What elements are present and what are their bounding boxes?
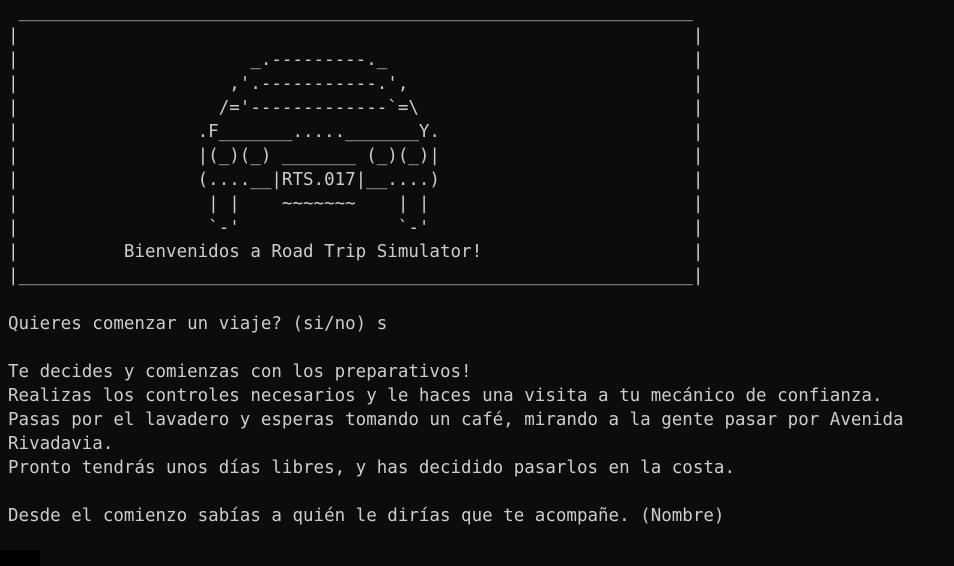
banner-line: | (....__|RTS.017|__....) | bbox=[8, 170, 704, 190]
ascii-banner: ________________________________________… bbox=[8, 0, 954, 288]
banner-line: | | | ~~~~~~~ | | | bbox=[8, 194, 704, 214]
narrative-line: Rivadavia. bbox=[8, 434, 114, 454]
banner-line: | | bbox=[8, 26, 704, 46]
banner-line: | /='-------------`=\ | bbox=[8, 98, 704, 118]
console-window[interactable]: ________________________________________… bbox=[0, 0, 954, 566]
start-prompt: Quieres comenzar un viaje? (si/no) s bbox=[8, 314, 388, 334]
narrative-line: Te decides y comienzas con los preparati… bbox=[8, 362, 472, 382]
input-cursor[interactable] bbox=[0, 550, 40, 566]
narrative-line: Realizas los controles necesarios y le h… bbox=[8, 386, 883, 406]
banner-line: | _.---------._ | bbox=[8, 50, 704, 70]
banner-title-line: | Bienvenidos a Road Trip Simulator! | bbox=[8, 242, 704, 262]
banner-line: |_______________________________________… bbox=[8, 266, 704, 286]
banner-line: | `-' `-' | bbox=[8, 218, 704, 238]
banner-line: | |(_)(_) _______ (_)(_)| | bbox=[8, 146, 704, 166]
narrative-line: Pronto tendrás unos días libres, y has d… bbox=[8, 458, 735, 478]
banner-line: ________________________________________… bbox=[8, 2, 693, 22]
banner-line: | .F_______....._______Y. | bbox=[8, 122, 704, 142]
banner-line: | ,'.-----------.', | bbox=[8, 74, 704, 94]
narrative-line: Pasas por el lavadero y esperas tomando … bbox=[8, 410, 904, 430]
name-prompt: Desde el comienzo sabías a quién le dirí… bbox=[8, 506, 725, 526]
